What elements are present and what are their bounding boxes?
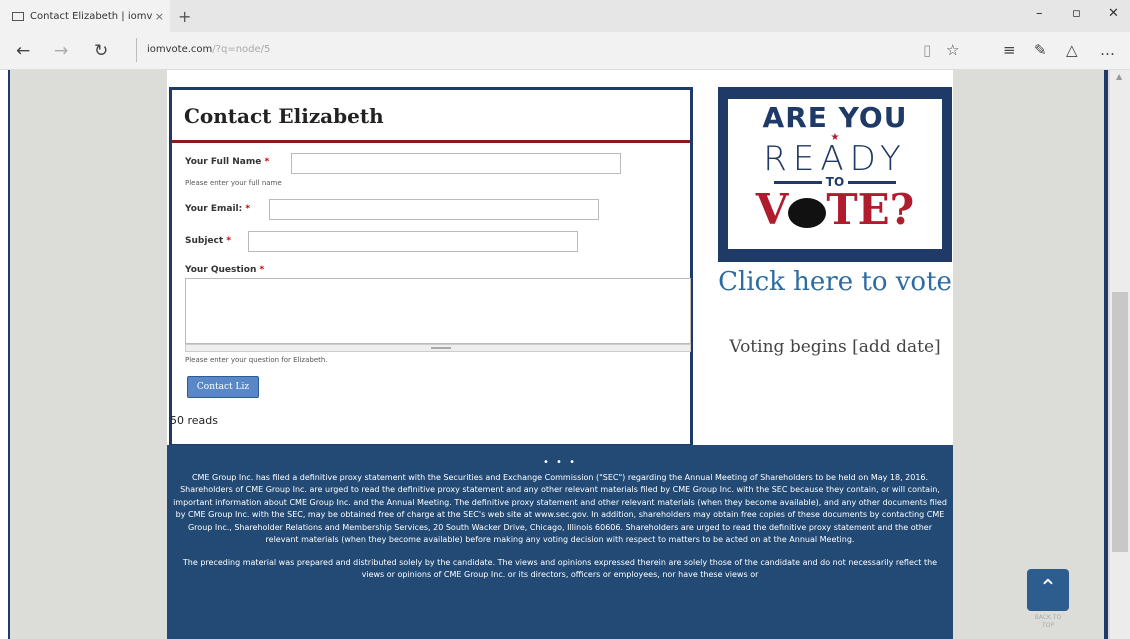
minimize-icon[interactable]: – xyxy=(1036,6,1043,21)
refresh-icon[interactable]: ↻ xyxy=(94,41,108,61)
email-label: Your Email: * xyxy=(185,204,251,214)
maximize-icon[interactable]: ▫ xyxy=(1072,6,1081,21)
textarea-resize-handle[interactable] xyxy=(185,344,691,352)
disclaimer-paragraph-1: CME Group Inc. has filed a definitive pr… xyxy=(173,472,947,545)
back-to-top-label: BACK TO TOP xyxy=(1034,614,1062,629)
question-textarea[interactable] xyxy=(185,278,691,344)
name-label: Your Full Name * xyxy=(185,157,270,167)
back-to-top-button[interactable]: ⌃ xyxy=(1027,569,1069,611)
url-domain: iomvote.com xyxy=(147,44,213,55)
speech-bubble-icon xyxy=(788,198,827,228)
click-to-vote-link[interactable]: Click here to vote xyxy=(718,265,952,300)
contact-form-panel: Contact Elizabeth Your Full Name * Pleas… xyxy=(169,87,693,447)
share-icon[interactable]: △ xyxy=(1066,41,1078,59)
footer-disclaimer: • • • CME Group Inc. has filed a definit… xyxy=(167,445,953,639)
page-content: Contact Elizabeth Your Full Name * Pleas… xyxy=(167,70,953,639)
ad-line-ready: READY xyxy=(763,139,907,179)
contact-liz-button[interactable]: Contact Liz xyxy=(187,376,259,398)
more-icon[interactable]: … xyxy=(1100,41,1115,59)
page-title: Contact Elizabeth xyxy=(184,104,384,128)
left-border xyxy=(0,70,10,639)
disclaimer-paragraph-2: The preceding material was prepared and … xyxy=(182,557,938,580)
footer-dots: • • • xyxy=(542,457,578,468)
vote-ad-banner[interactable]: ARE YOU ★ READY TO V TE? xyxy=(718,87,952,262)
page-icon xyxy=(12,11,24,21)
scrollbar[interactable]: ▲ xyxy=(1110,70,1130,639)
read-count: 50 reads xyxy=(170,414,218,427)
chevron-up-icon: ⌃ xyxy=(1038,576,1058,601)
browser-tab[interactable]: Contact Elizabeth | iomv × xyxy=(0,0,170,32)
name-hint: Please enter your full name xyxy=(185,179,282,187)
tab-bar: Contact Elizabeth | iomv × + – ▫ ✕ xyxy=(0,0,1130,32)
question-hint: Please enter your question for Elizabeth… xyxy=(185,356,328,364)
scrollbar-thumb[interactable] xyxy=(1112,292,1128,552)
ad-line-vote: V TE? xyxy=(755,185,915,234)
reading-view-icon[interactable]: ▯ xyxy=(923,41,931,59)
close-tab-icon[interactable]: × xyxy=(155,10,164,23)
subject-field[interactable] xyxy=(248,231,578,252)
url-input[interactable]: iomvote.com/?q=node/5 xyxy=(136,38,776,62)
close-window-icon[interactable]: ✕ xyxy=(1108,6,1119,21)
right-border xyxy=(1104,70,1108,639)
forward-icon[interactable]: → xyxy=(54,41,68,61)
vote-ad-image[interactable]: ARE YOU ★ READY TO V TE? xyxy=(728,99,942,249)
ad-line-are-you: ARE YOU xyxy=(762,101,908,134)
favorite-star-icon[interactable]: ☆ xyxy=(946,41,959,59)
email-field[interactable] xyxy=(269,199,599,220)
browser-chrome: Contact Elizabeth | iomv × + – ▫ ✕ ← → ↻… xyxy=(0,0,1130,70)
title-divider xyxy=(172,140,690,143)
web-note-icon[interactable]: ✎ xyxy=(1034,41,1047,59)
tab-title: Contact Elizabeth | iomv xyxy=(30,10,153,22)
voting-begins-text: Voting begins [add date] xyxy=(729,337,941,357)
new-tab-icon[interactable]: + xyxy=(178,7,191,26)
name-field[interactable] xyxy=(291,153,621,174)
back-icon[interactable]: ← xyxy=(16,41,30,61)
question-label: Your Question * xyxy=(185,265,265,275)
scroll-up-icon[interactable]: ▲ xyxy=(1116,72,1122,81)
url-path: /?q=node/5 xyxy=(212,44,271,55)
subject-label: Subject * xyxy=(185,236,232,246)
hub-icon[interactable]: ≡ xyxy=(1003,41,1016,59)
address-bar-row: ← → ↻ iomvote.com/?q=node/5 ▯ ☆ ≡ ✎ △ … xyxy=(0,32,1130,70)
